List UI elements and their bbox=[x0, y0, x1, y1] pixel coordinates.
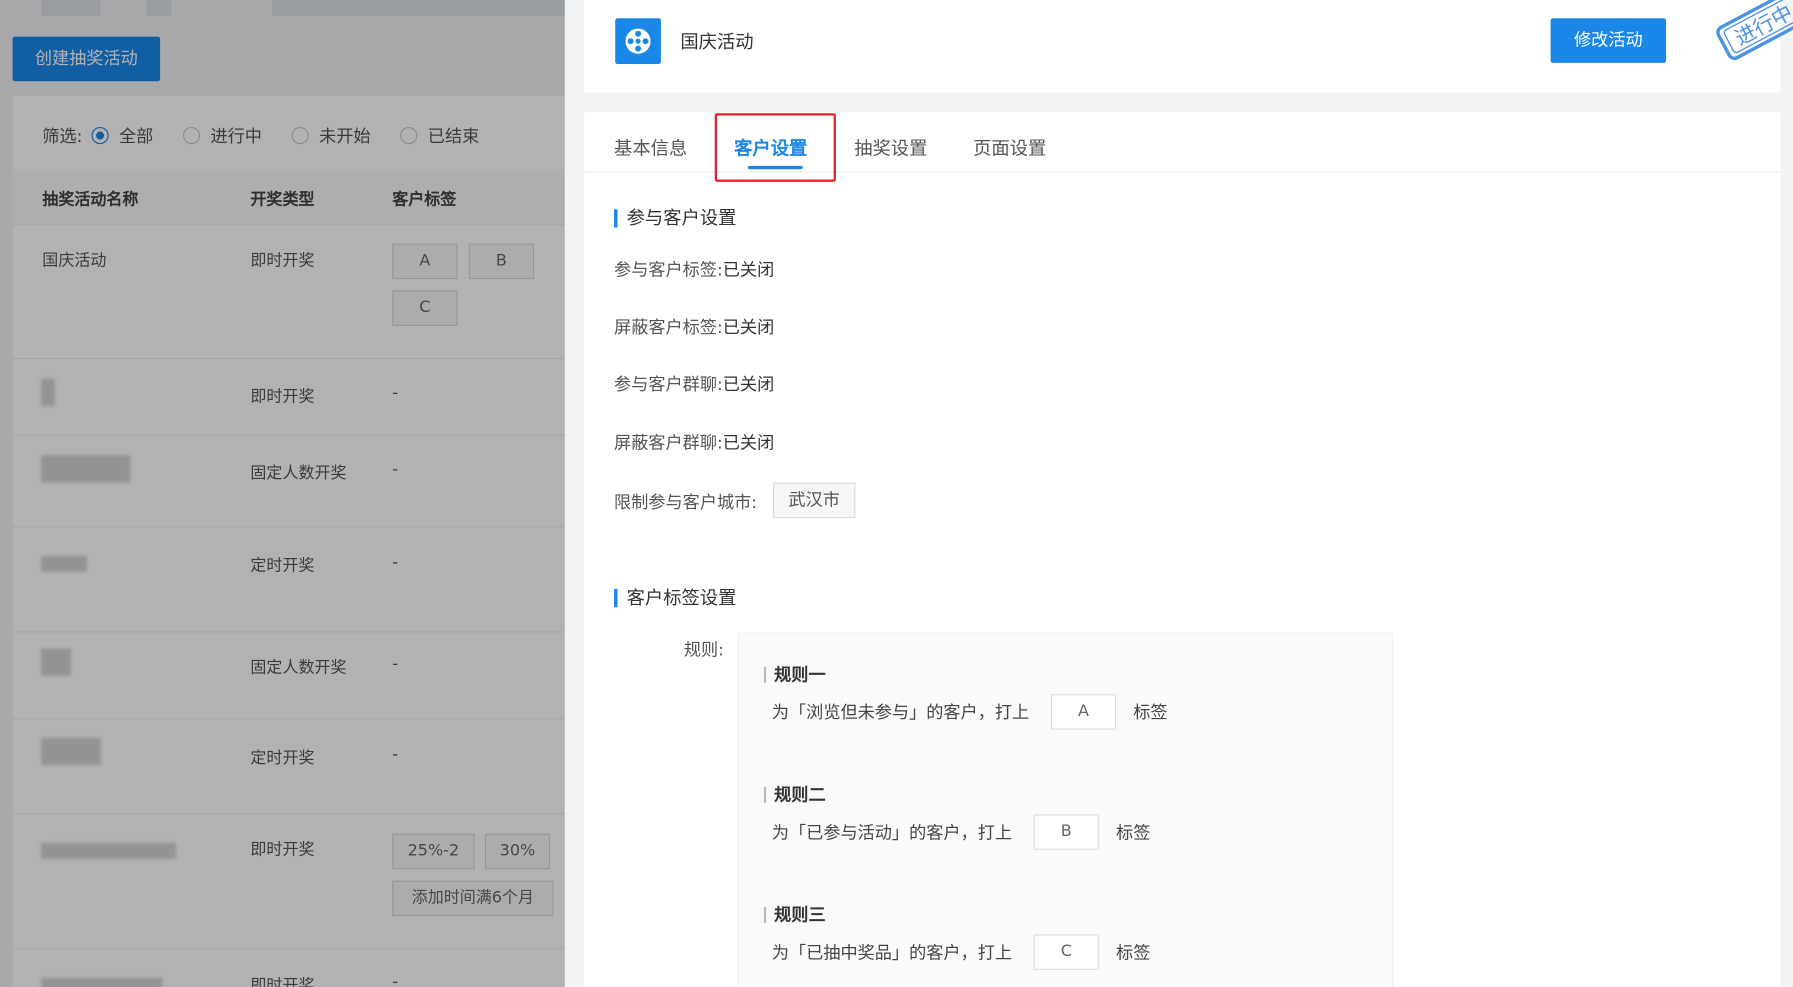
active-tab-highlight-box bbox=[714, 113, 836, 182]
rules-box: 规则一 为「浏览但未参与」的客户，打上 A 标签 规则二 为「已参与活动」的客户… bbox=[737, 632, 1393, 987]
rule-suffix: 标签 bbox=[1116, 822, 1151, 843]
rule-tag: A bbox=[1050, 694, 1117, 730]
status-stamp: 进行中 bbox=[1708, 0, 1793, 64]
rule-tag: B bbox=[1033, 814, 1099, 850]
rule-title: 规则三 bbox=[763, 906, 826, 924]
tab-lottery-settings[interactable]: 抽奖设置 bbox=[854, 133, 927, 160]
tab-page-settings[interactable]: 页面设置 bbox=[973, 133, 1046, 160]
rule-text: 为「已抽中奖品」的客户，打上 bbox=[771, 942, 1013, 963]
blocked-tags-setting: 屏蔽客户标签:已关闭 bbox=[614, 316, 775, 338]
participant-groups-setting: 参与客户群聊:已关闭 bbox=[614, 373, 775, 395]
setting-value: 已关闭 bbox=[722, 316, 775, 338]
activity-title: 国庆活动 bbox=[680, 30, 754, 53]
rule-text: 为「浏览但未参与」的客户，打上 bbox=[771, 702, 1030, 723]
screen: 创建抽奖活动 筛选: 全部 进行中 未开始 已结束 抽奖活动名称 开奖类型 客户… bbox=[0, 0, 1793, 987]
activity-detail-drawer: 国庆活动 修改活动 进行中 基本信息 客户设置 抽奖设置 页面设置 参与客户设置… bbox=[564, 0, 1793, 987]
rule-suffix: 标签 bbox=[1116, 942, 1151, 963]
drawer-header: 国庆活动 修改活动 进行中 bbox=[584, 0, 1793, 93]
rule-suffix: 标签 bbox=[1133, 702, 1168, 723]
rule-text: 为「已参与活动」的客户，打上 bbox=[771, 822, 1013, 843]
setting-value: 已关闭 bbox=[722, 373, 775, 395]
edit-activity-button[interactable]: 修改活动 bbox=[1550, 18, 1667, 63]
drawer-overlay-mask[interactable] bbox=[0, 0, 565, 987]
city-tag: 武汉市 bbox=[773, 482, 856, 519]
tag-settings-title: 客户标签设置 bbox=[614, 588, 736, 608]
detail-tabs: 基本信息 客户设置 抽奖设置 页面设置 bbox=[584, 112, 1781, 182]
city-limit-label: 限制参与客户城市: bbox=[614, 491, 758, 513]
rule-title: 规则二 bbox=[763, 786, 826, 803]
blocked-groups-setting: 屏蔽客户群聊:已关闭 bbox=[614, 432, 775, 453]
participant-tags-setting: 参与客户标签:已关闭 bbox=[614, 259, 775, 281]
drawer-content: 基本信息 客户设置 抽奖设置 页面设置 参与客户设置 参与客户标签:已关闭 屏蔽… bbox=[584, 112, 1781, 987]
rule-title: 规则一 bbox=[763, 666, 826, 683]
rules-label: 规则: bbox=[683, 639, 724, 660]
participant-settings-title: 参与客户设置 bbox=[614, 209, 736, 228]
setting-value: 已关闭 bbox=[722, 432, 775, 453]
tab-basic-info[interactable]: 基本信息 bbox=[614, 133, 687, 160]
film-reel-icon bbox=[615, 18, 661, 65]
rule-tag: C bbox=[1033, 934, 1099, 970]
setting-value: 已关闭 bbox=[722, 259, 775, 281]
